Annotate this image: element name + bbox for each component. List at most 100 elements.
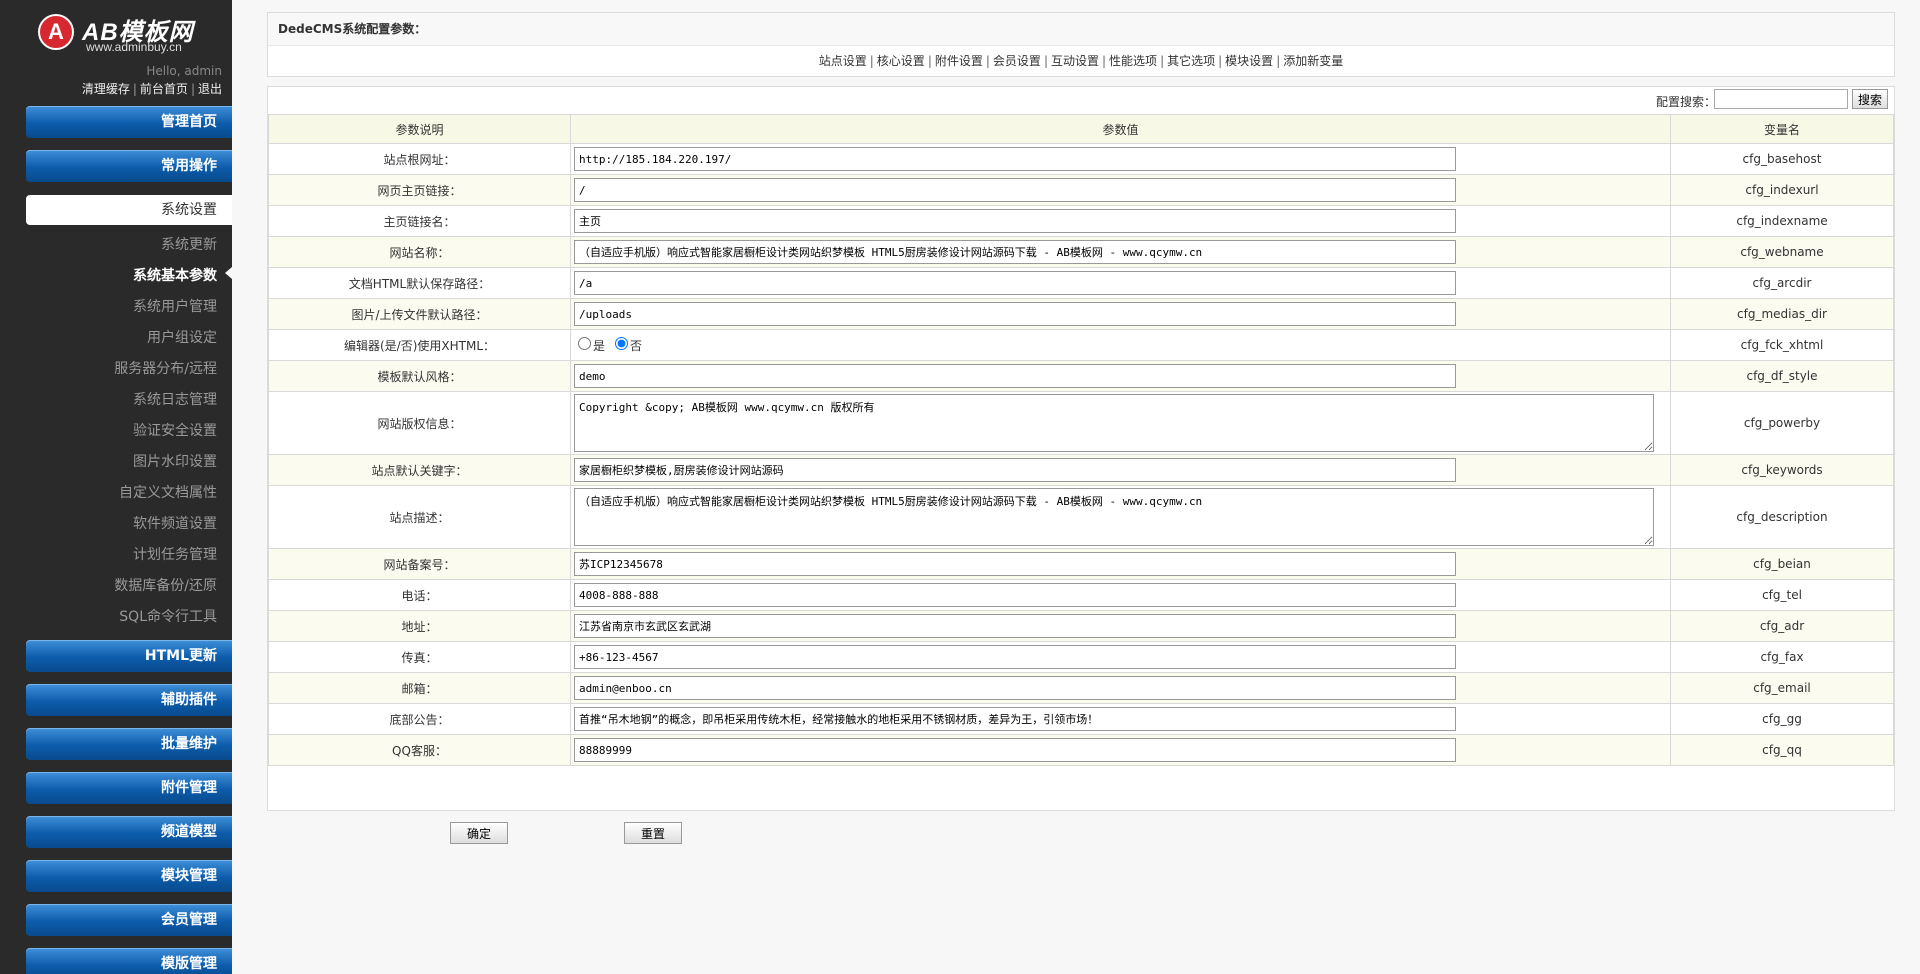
cfg_description-textarea[interactable]: （自适应手机版）响应式智能家居橱柜设计类网站织梦模板 HTML5厨房装修设计网站… xyxy=(574,488,1654,546)
table-row: 底部公告： cfg_gg xyxy=(268,703,1894,735)
tab-core[interactable]: 核心设置 xyxy=(877,54,925,68)
table-row: 站点描述： （自适应手机版）响应式智能家居橱柜设计类网站织梦模板 HTML5厨房装… xyxy=(268,485,1894,549)
logo-icon: A xyxy=(38,14,74,50)
var-name: cfg_arcdir xyxy=(1670,267,1894,299)
separator: | xyxy=(985,54,990,68)
separator: | xyxy=(190,82,195,96)
user-links: 清理缓存 | 前台首页 | 退出 xyxy=(82,80,222,97)
clear-cache-link[interactable]: 清理缓存 xyxy=(82,82,130,96)
sub-item-system-update[interactable]: 系统更新 xyxy=(161,234,217,254)
menu-batch[interactable]: 批量维护 xyxy=(26,728,232,760)
table-row: 网页主页链接： cfg_indexurl xyxy=(268,174,1894,206)
sub-item-security[interactable]: 验证安全设置 xyxy=(133,420,217,440)
cfg_qq-input[interactable] xyxy=(574,738,1456,762)
tab-other[interactable]: 其它选项 xyxy=(1167,54,1215,68)
menu-html-update[interactable]: HTML更新 xyxy=(26,640,232,672)
separator: | xyxy=(132,82,137,96)
cfg_powerby-textarea[interactable]: Copyright &copy; AB模板网 www.qcymw.cn 版权所有 xyxy=(574,394,1654,452)
cfg_arcdir-input[interactable] xyxy=(574,271,1456,295)
sub-item-scheduled-tasks[interactable]: 计划任务管理 xyxy=(133,544,217,564)
separator: | xyxy=(1218,54,1223,68)
sub-item-watermark[interactable]: 图片水印设置 xyxy=(133,451,217,471)
sub-item-system-log[interactable]: 系统日志管理 xyxy=(133,389,217,409)
cfg_webname-input[interactable] xyxy=(574,240,1456,264)
reset-button[interactable]: 重置 xyxy=(624,822,682,844)
table-row: 模板默认风格： cfg_df_style xyxy=(268,360,1894,392)
param-label: 站点根网址： xyxy=(268,143,571,175)
param-value-cell xyxy=(570,174,1671,206)
cfg_adr-input[interactable] xyxy=(574,614,1456,638)
var-name: cfg_beian xyxy=(1670,548,1894,580)
table-row: 传真： cfg_fax xyxy=(268,641,1894,673)
search-button[interactable]: 搜索 xyxy=(1852,89,1888,109)
menu-plugins[interactable]: 辅助插件 xyxy=(26,684,232,716)
sub-item-basic-params[interactable]: 系统基本参数 xyxy=(133,265,217,285)
search-input[interactable] xyxy=(1714,89,1848,109)
param-label: 站点默认关键字： xyxy=(268,454,571,486)
cfg_df_style-input[interactable] xyxy=(574,364,1456,388)
menu-system-settings[interactable]: 系统设置 xyxy=(26,195,232,225)
menu-admin-home[interactable]: 管理首页 xyxy=(26,106,232,138)
config-panel: 配置搜索： 搜索 参数说明 参数值 变量名 站点根网址： cfg_basehost… xyxy=(267,86,1895,844)
cfg_keywords-input[interactable] xyxy=(574,458,1456,482)
confirm-button[interactable]: 确定 xyxy=(450,822,508,844)
frontend-home-link[interactable]: 前台首页 xyxy=(140,82,188,96)
param-value-cell xyxy=(570,548,1671,580)
param-label: 网站备案号： xyxy=(268,548,571,580)
sub-item-server-remote[interactable]: 服务器分布/远程 xyxy=(114,358,217,378)
cfg_basehost-input[interactable] xyxy=(574,147,1456,171)
menu-common-ops[interactable]: 常用操作 xyxy=(26,150,232,182)
tab-interact[interactable]: 互动设置 xyxy=(1051,54,1099,68)
var-name: cfg_powerby xyxy=(1670,391,1894,455)
table-row: 站点默认关键字： cfg_keywords xyxy=(268,454,1894,486)
cfg_beian-input[interactable] xyxy=(574,552,1456,576)
cfg_email-input[interactable] xyxy=(574,676,1456,700)
cfg_tel-input[interactable] xyxy=(574,583,1456,607)
separator: | xyxy=(1276,54,1281,68)
sub-item-sql-tool[interactable]: SQL命令行工具 xyxy=(119,606,217,626)
var-name: cfg_df_style xyxy=(1670,360,1894,392)
menu-members[interactable]: 会员管理 xyxy=(26,904,232,936)
sub-item-user-groups[interactable]: 用户组设定 xyxy=(147,327,217,347)
param-value-cell xyxy=(570,298,1671,330)
sub-item-software-channel[interactable]: 软件频道设置 xyxy=(133,513,217,533)
menu-modules[interactable]: 模块管理 xyxy=(26,860,232,892)
param-value-cell xyxy=(570,360,1671,392)
logo[interactable]: A AB模板网 www.adminbuy.cn xyxy=(38,12,228,54)
logo-url: www.adminbuy.cn xyxy=(86,40,182,54)
tab-attachment[interactable]: 附件设置 xyxy=(935,54,983,68)
sub-item-custom-attrs[interactable]: 自定义文档属性 xyxy=(119,482,217,502)
active-arrow-icon xyxy=(225,267,232,279)
table-row: 文档HTML默认保存路径： cfg_arcdir xyxy=(268,267,1894,299)
col-header-var: 变量名 xyxy=(1670,114,1894,144)
radio-input[interactable] xyxy=(615,336,629,350)
tab-module[interactable]: 模块设置 xyxy=(1225,54,1273,68)
radio-label: 否 xyxy=(630,338,643,353)
param-label: 网站版权信息： xyxy=(268,391,571,455)
var-name: cfg_keywords xyxy=(1670,454,1894,486)
cfg_fax-input[interactable] xyxy=(574,645,1456,669)
var-name: cfg_webname xyxy=(1670,236,1894,268)
menu-templates[interactable]: 模版管理 xyxy=(26,948,232,974)
tab-member[interactable]: 会员设置 xyxy=(993,54,1041,68)
sub-item-db-backup[interactable]: 数据库备份/还原 xyxy=(114,575,217,595)
cfg_indexname-input[interactable] xyxy=(574,209,1456,233)
table-row: QQ客服： cfg_qq xyxy=(268,734,1894,766)
cfg_medias_dir-input[interactable] xyxy=(574,302,1456,326)
cfg_indexurl-input[interactable] xyxy=(574,178,1456,202)
menu-attachments[interactable]: 附件管理 xyxy=(26,772,232,804)
sub-item-user-admin[interactable]: 系统用户管理 xyxy=(133,296,217,316)
tab-add-variable[interactable]: 添加新变量 xyxy=(1283,54,1343,68)
var-name: cfg_basehost xyxy=(1670,143,1894,175)
radio-option[interactable]: 否 xyxy=(611,336,643,353)
logout-link[interactable]: 退出 xyxy=(198,82,222,96)
menu-channel-model[interactable]: 频道模型 xyxy=(26,816,232,848)
tab-site[interactable]: 站点设置 xyxy=(819,54,867,68)
tab-performance[interactable]: 性能选项 xyxy=(1109,54,1157,68)
table-row: 网站备案号： cfg_beian xyxy=(268,548,1894,580)
radio-input[interactable] xyxy=(578,336,591,350)
radio-option[interactable]: 是 xyxy=(574,336,605,353)
param-label: 传真： xyxy=(268,641,571,673)
radio-group: 是否 xyxy=(574,336,648,353)
cfg_gg-input[interactable] xyxy=(574,707,1456,731)
